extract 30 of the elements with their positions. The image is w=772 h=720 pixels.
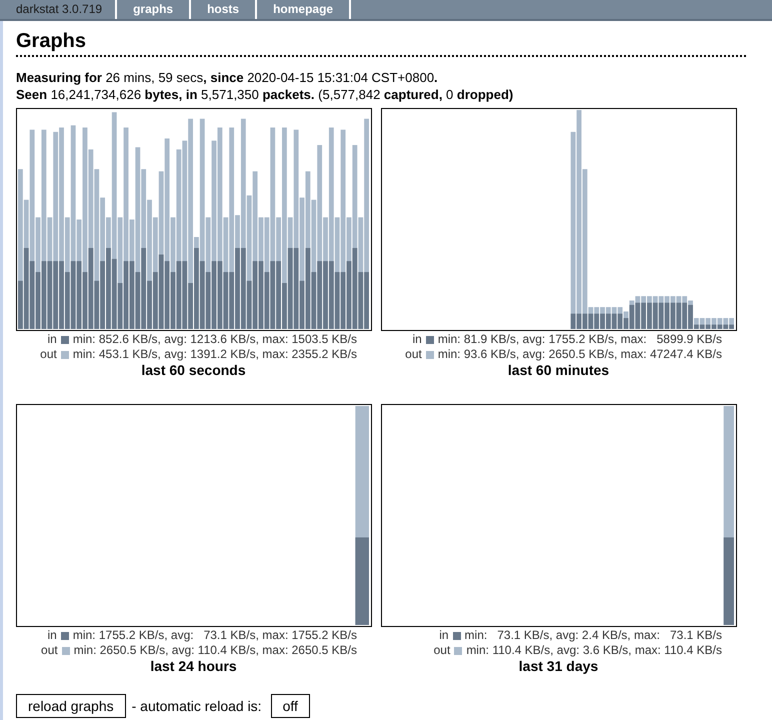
legend-label: in xyxy=(439,628,449,643)
legend-stats: min: 110.4 KB/s, avg: 3.6 KB/s, max: 110.4 KB/s xyxy=(466,643,722,658)
legend-stats: min: 2650.5 KB/s, avg: 110.4 KB/s, max: 2650.5 KB/s xyxy=(74,643,357,658)
summary-line: Seen 16,241,734,626 bytes, in 5,571,350 packets. (5,577,842 captured, 0 dropped) xyxy=(16,86,514,103)
graph-caption: last 60 minutes xyxy=(508,362,610,378)
legend-stats: min: 73.1 KB/s, avg: 2.4 KB/s, max: 73.1 KB/s xyxy=(464,628,722,643)
page-title: Graphs xyxy=(16,29,746,57)
graph-caption: last 24 hours xyxy=(150,658,237,674)
legend-stats: min: 852.6 KB/s, avg: 1213.6 KB/s, max: 1503.5 KB/s xyxy=(72,332,357,347)
legend-label: out xyxy=(434,643,450,658)
auto-reload-label: - automatic reload is: xyxy=(132,696,262,716)
nav-link[interactable]: hosts xyxy=(191,0,258,19)
legend-label: out xyxy=(40,347,57,362)
summary-line: Measuring for 26 mins, 59 secs, since 2020-04-15 15:31:04 CST+0800. xyxy=(16,69,439,86)
legend-label: in xyxy=(412,332,422,347)
legend-label: in xyxy=(48,332,57,347)
nav-link[interactable]: graphs xyxy=(117,0,192,19)
legend-label: out xyxy=(405,347,422,362)
graph-caption: last 31 days xyxy=(518,658,598,674)
graph-caption: last 60 seconds xyxy=(141,362,246,378)
legend-stats: min: 453.1 KB/s, avg: 1391.2 KB/s, max: 2355.2 KB/s xyxy=(72,347,357,362)
nav-link[interactable]: homepage xyxy=(257,0,352,19)
reload-graphs-button[interactable]: reload graphs xyxy=(16,694,126,718)
legend-stats: min: 93.6 KB/s, avg: 2650.5 KB/s, max: 47247.4 KB/s xyxy=(438,347,722,362)
app-name: darkstat 3.0.719 xyxy=(3,0,118,19)
legend-stats: min: 1755.2 KB/s, avg: 73.1 KB/s, max: 1755.2 KB/s xyxy=(72,628,357,643)
auto-reload-toggle[interactable]: off xyxy=(270,694,310,718)
legend-stats: min: 81.9 KB/s, avg: 1755.2 KB/s, max: 5899.9 KB/s xyxy=(438,332,722,347)
legend-label: in xyxy=(48,628,57,643)
legend-label: out xyxy=(41,643,58,658)
